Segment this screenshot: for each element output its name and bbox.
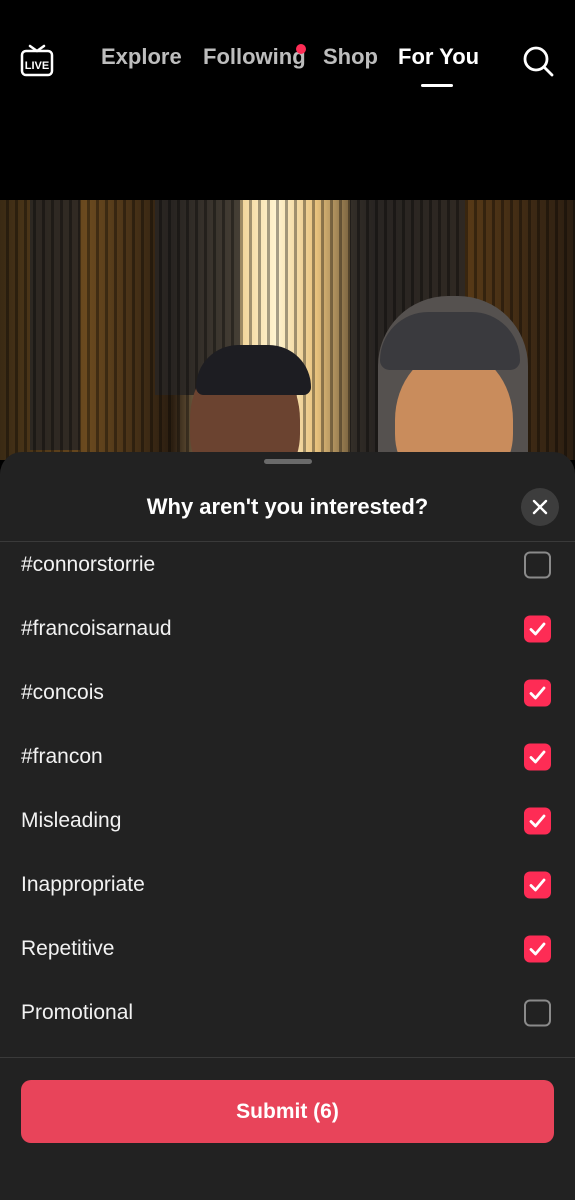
reason-label: Repetitive bbox=[21, 937, 115, 960]
top-nav-bar: LIVE Explore Following Shop For You bbox=[0, 0, 575, 200]
checkmark-icon bbox=[529, 750, 546, 764]
checkbox-checked[interactable] bbox=[524, 871, 551, 899]
reason-row[interactable]: #concois bbox=[0, 661, 575, 725]
video-preview[interactable] bbox=[0, 200, 575, 460]
checkmark-icon bbox=[529, 942, 546, 956]
reason-list[interactable]: #connorstorrie #francoisarnaud #concois … bbox=[0, 542, 575, 1056]
reason-label: Promotional bbox=[21, 1001, 134, 1024]
person-left-cap bbox=[196, 345, 311, 395]
reason-label: #connorstorrie bbox=[21, 553, 156, 576]
reason-row[interactable]: Misleading bbox=[0, 789, 575, 853]
submit-button[interactable]: Submit (6) bbox=[21, 1080, 554, 1143]
checkbox-checked[interactable] bbox=[524, 935, 551, 963]
checkmark-icon bbox=[529, 622, 546, 636]
drag-handle[interactable] bbox=[264, 459, 312, 464]
reason-label: Misleading bbox=[21, 809, 122, 832]
checkbox-unchecked[interactable] bbox=[524, 999, 551, 1027]
sheet-title: Why aren't you interested? bbox=[146, 494, 429, 519]
close-button[interactable] bbox=[521, 488, 559, 526]
reason-label: #francon bbox=[21, 745, 103, 768]
checkbox-checked[interactable] bbox=[524, 679, 551, 707]
reason-label: #francoisarnaud bbox=[21, 617, 172, 640]
reason-row[interactable]: #connorstorrie bbox=[0, 542, 575, 597]
reason-label: #concois bbox=[21, 681, 104, 704]
reason-label: Inappropriate bbox=[21, 873, 145, 896]
checkbox-checked[interactable] bbox=[524, 615, 551, 643]
tab-explore[interactable]: Explore bbox=[101, 44, 182, 70]
tab-for-you[interactable]: For You bbox=[398, 44, 479, 70]
checkbox-unchecked[interactable] bbox=[524, 551, 551, 579]
reason-row[interactable]: Repetitive bbox=[0, 917, 575, 981]
tab-shop[interactable]: Shop bbox=[323, 44, 378, 70]
divider bbox=[0, 1057, 575, 1058]
checkmark-icon bbox=[529, 814, 546, 828]
notification-dot bbox=[296, 44, 306, 54]
reason-row[interactable]: #francoisarnaud bbox=[0, 597, 575, 661]
checkbox-checked[interactable] bbox=[524, 743, 551, 771]
checkmark-icon bbox=[529, 686, 546, 700]
reason-row[interactable]: Promotional bbox=[0, 981, 575, 1045]
active-tab-indicator bbox=[421, 84, 453, 87]
person-right-cap bbox=[380, 312, 520, 370]
checkbox-checked[interactable] bbox=[524, 807, 551, 835]
close-icon bbox=[532, 499, 548, 515]
search-icon[interactable] bbox=[522, 45, 554, 77]
tab-following[interactable]: Following bbox=[203, 44, 306, 70]
checkmark-icon bbox=[529, 878, 546, 892]
not-interested-sheet: Why aren't you interested? #connorstorri… bbox=[0, 452, 575, 1200]
reason-row[interactable]: #francon bbox=[0, 725, 575, 789]
reason-row[interactable]: Inappropriate bbox=[0, 853, 575, 917]
